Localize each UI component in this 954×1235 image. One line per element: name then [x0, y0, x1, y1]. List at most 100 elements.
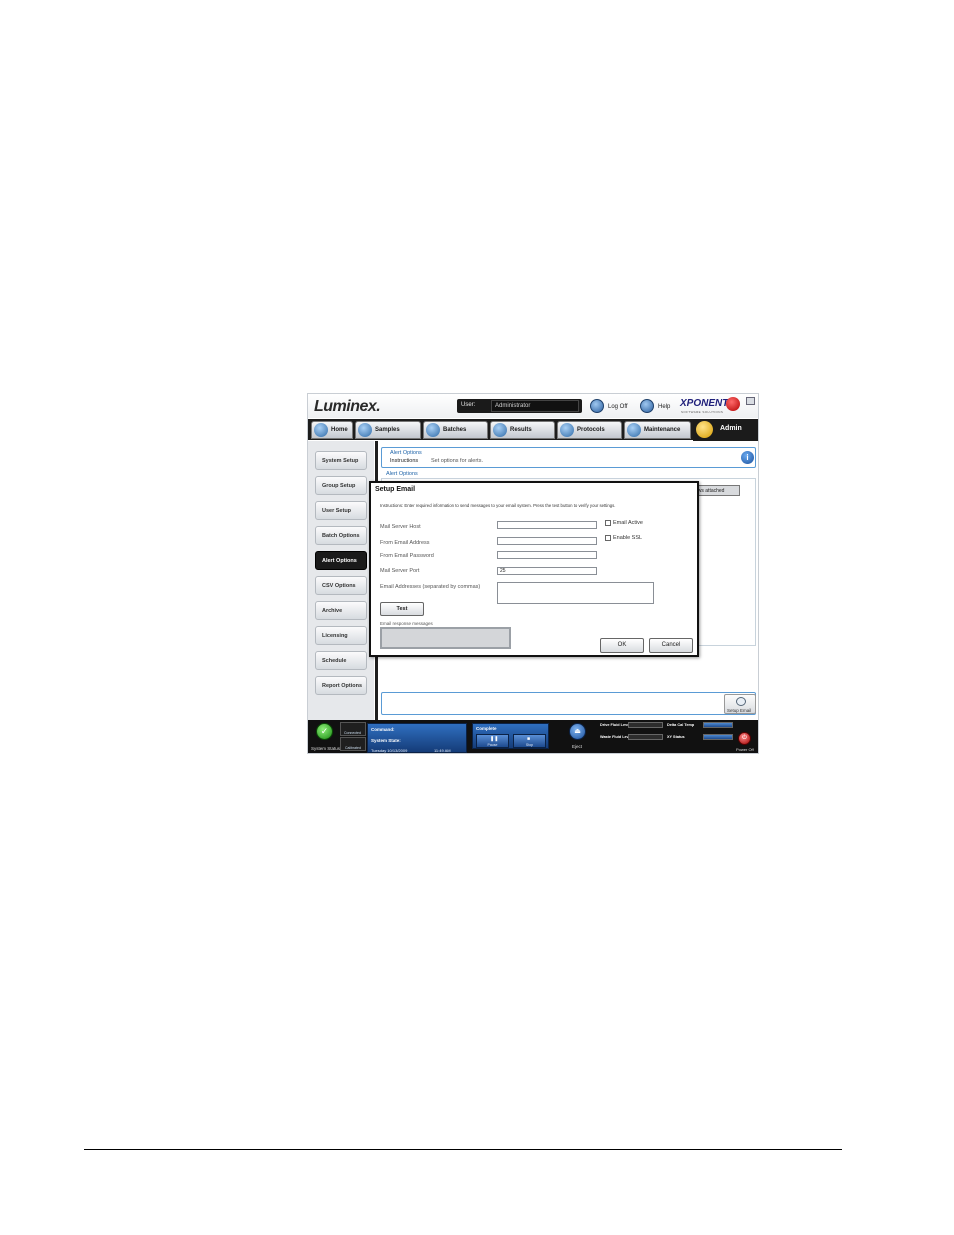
tab-admin-label: Admin [720, 425, 742, 432]
setup-email-dialog: Setup Email Instructions: Enter required… [369, 481, 699, 657]
maintenance-icon [627, 423, 641, 437]
instructions-panel: Alert Options Instructions Set options f… [381, 447, 756, 468]
batches-icon [426, 423, 440, 437]
response-messages-box [380, 627, 511, 649]
sidebar-item-schedule[interactable]: Schedule [315, 651, 367, 670]
home-icon [314, 423, 328, 437]
sidebar-item-label: System Setup [322, 458, 359, 464]
brand-subtitle: SOFTWARE SOLUTIONS [681, 410, 724, 414]
connected-indicator: Connected [340, 722, 366, 736]
calibrated-label: Calibrated [345, 746, 361, 750]
response-messages-label: Email response messages [380, 621, 433, 626]
brand-logo-icon [726, 397, 740, 411]
pause-button[interactable]: ❚❚ Pause [476, 734, 509, 748]
tab-results[interactable]: Results [490, 421, 555, 439]
tab-maintenance-label: Maintenance [644, 427, 681, 433]
admin-icon [696, 421, 713, 438]
sidebar-item-label: CSV Options [322, 583, 356, 589]
pause-icon: ❚❚ [490, 736, 499, 742]
cancel-button[interactable]: Cancel [649, 638, 693, 653]
tab-admin[interactable]: Admin [693, 419, 758, 441]
instructions-text: Set options for alerts. [431, 458, 483, 464]
luminex-logo: Luminex. [314, 398, 381, 415]
tab-maintenance[interactable]: Maintenance [624, 421, 691, 439]
info-icon[interactable]: i [741, 451, 754, 464]
from-email-address-input[interactable] [497, 537, 597, 545]
email-addresses-label: Email Addresses (separated by commas) [380, 584, 481, 590]
minimize-icon[interactable] [746, 397, 755, 405]
admin-sidebar: System Setup Group Setup User Setup Batc… [308, 441, 374, 720]
stop-icon: ■ [527, 736, 531, 742]
results-icon [493, 423, 507, 437]
mail-server-port-label: Mail Server Port [380, 568, 420, 574]
logoff-label[interactable]: Log Off [608, 404, 628, 410]
test-button[interactable]: Test [380, 602, 424, 616]
complete-label: Complete [476, 726, 497, 731]
enable-ssl-label: Enable SSL [613, 535, 643, 541]
ok-button[interactable]: OK [600, 638, 644, 653]
from-email-password-label: From Email Password [380, 553, 434, 559]
stop-button[interactable]: ■ Stop [513, 734, 546, 748]
delta-cal-temp-label: Delta Cal Temp [667, 723, 695, 727]
alert-options-section-link[interactable]: Alert Options [386, 471, 418, 477]
sidebar-item-report-options[interactable]: Report Options [315, 676, 367, 695]
calibrated-indicator: Calibrated [340, 737, 366, 751]
sidebar-item-label: Schedule [322, 658, 347, 664]
sidebar-item-batch-options[interactable]: Batch Options [315, 526, 367, 545]
sidebar-item-archive[interactable]: Archive [315, 601, 367, 620]
tab-batches[interactable]: Batches [423, 421, 488, 439]
eject-icon[interactable]: ⏏ [569, 723, 586, 740]
connected-label: Connected [344, 731, 361, 735]
power-off-icon[interactable]: ⏻ [738, 732, 751, 745]
mail-server-host-input[interactable] [497, 521, 597, 529]
email-icon [736, 697, 746, 706]
tab-protocols[interactable]: Protocols [557, 421, 622, 439]
email-addresses-input[interactable] [497, 582, 654, 604]
tab-results-label: Results [510, 427, 532, 433]
sidebar-item-label: Batch Options [322, 533, 360, 539]
help-label[interactable]: Help [658, 404, 670, 410]
mail-server-host-label: Mail Server Host [380, 524, 421, 530]
date-label: Tuesday 10/13/2009 [371, 748, 408, 753]
time-label: 11:49 AM [434, 748, 451, 753]
tab-samples-label: Samples [375, 427, 400, 433]
sidebar-item-licensing[interactable]: Licensing [315, 626, 367, 645]
protocols-icon [560, 423, 574, 437]
panel-title: Alert Options [390, 450, 422, 456]
eject-label: Eject [572, 744, 583, 749]
sidebar-item-csv-options[interactable]: CSV Options [315, 576, 367, 595]
from-email-address-label: From Email Address [380, 540, 430, 546]
dialog-title: Setup Email [375, 486, 416, 493]
dialog-instructions: Instructions: Enter required information… [380, 503, 616, 508]
sidebar-item-alert-options[interactable]: Alert Options [315, 551, 367, 570]
help-icon[interactable] [640, 399, 654, 413]
tab-home-label: Home [331, 427, 348, 433]
sidebar-item-system-setup[interactable]: System Setup [315, 451, 367, 470]
waste-fluid-level-bar [628, 734, 663, 740]
system-state-label: System State: [371, 738, 401, 743]
sidebar-item-user-setup[interactable]: User Setup [315, 501, 367, 520]
tab-home[interactable]: Home [311, 421, 353, 439]
run-control-panel: Complete ❚❚ Pause ■ Stop [472, 723, 549, 749]
xy-status-label: XY Status [667, 735, 685, 739]
sidebar-item-group-setup[interactable]: Group Setup [315, 476, 367, 495]
email-active-label: Email Active [613, 520, 643, 526]
from-email-password-input[interactable] [497, 551, 597, 559]
samples-icon [358, 423, 372, 437]
sidebar-item-label: Licensing [322, 633, 348, 639]
mail-server-port-input[interactable]: 25 [497, 567, 597, 575]
system-status-check-icon[interactable]: ✓ [316, 723, 333, 740]
drive-fluid-label: Drive Fluid Level [600, 723, 631, 727]
command-label: Command: [371, 727, 395, 732]
setup-email-button[interactable]: Setup Email [724, 694, 756, 714]
stop-label: Stop [525, 743, 534, 747]
enable-ssl-checkbox[interactable] [605, 535, 611, 541]
sidebar-item-label: Group Setup [322, 483, 356, 489]
user-box: User: Administrator [457, 399, 582, 413]
tab-samples[interactable]: Samples [355, 421, 421, 439]
sidebar-item-label: Alert Options [322, 558, 357, 564]
email-active-checkbox[interactable] [605, 520, 611, 526]
pause-label: Pause [487, 743, 498, 747]
xponent-window: Luminex. User: Administrator Log Off Hel… [307, 393, 759, 754]
logoff-icon[interactable] [590, 399, 604, 413]
